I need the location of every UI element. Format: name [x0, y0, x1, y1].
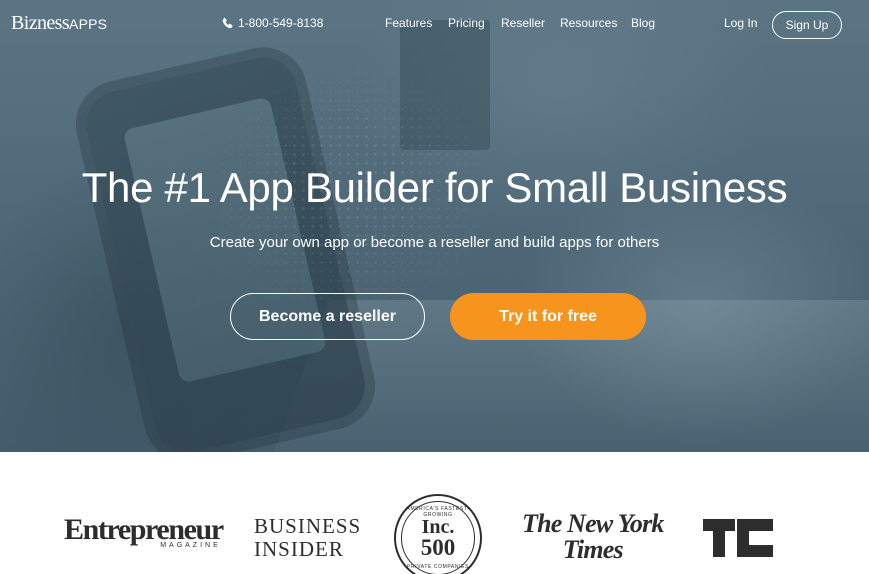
nav-link-features[interactable]: Features — [385, 16, 432, 30]
inc-logo-arc-bottom: PRIVATE COMPANIES — [407, 564, 469, 570]
top-nav: BiznessAPPS 1-800-549-8138 Features Pric… — [0, 0, 869, 48]
nav-link-pricing[interactable]: Pricing — [448, 16, 485, 30]
phone-number: 1-800-549-8138 — [238, 16, 324, 30]
press-logos-strip: Entrepreneur MAGAZINE BUSINESS INSIDER A… — [0, 452, 869, 574]
signup-button[interactable]: Sign Up — [772, 11, 842, 39]
hero-section: BiznessAPPS 1-800-549-8138 Features Pric… — [0, 0, 869, 452]
phone-link[interactable]: 1-800-549-8138 — [221, 16, 323, 30]
business-insider-logo: BUSINESS INSIDER — [254, 515, 361, 561]
business-insider-line2: INSIDER — [254, 537, 344, 561]
nav-link-resources[interactable]: Resources — [560, 16, 617, 30]
hero-subheadline: Create your own app or become a reseller… — [209, 234, 660, 251]
logo-text-main: Bizness — [11, 12, 70, 34]
inc-logo-center: Inc. 500 — [396, 517, 480, 560]
nav-link-blog[interactable]: Blog — [631, 16, 655, 30]
phone-icon — [222, 17, 233, 28]
become-reseller-button[interactable]: Become a reseller — [230, 293, 425, 340]
nav-link-reseller[interactable]: Reseller — [501, 16, 545, 30]
nyt-logo: The New York Times — [522, 511, 664, 563]
inc-logo-number: 500 — [420, 535, 456, 560]
hero-headline: The #1 App Builder for Small Business — [81, 164, 788, 211]
bizness-apps-logo[interactable]: BiznessAPPS — [11, 12, 107, 35]
try-free-button[interactable]: Try it for free — [450, 293, 646, 340]
entrepreneur-logo-text: Entrepreneur — [64, 513, 224, 546]
business-insider-line1: BUSINESS — [254, 514, 362, 538]
nyt-logo-line2: Times — [562, 535, 624, 564]
entrepreneur-logo: Entrepreneur MAGAZINE — [64, 513, 224, 550]
login-link[interactable]: Log In — [724, 16, 757, 30]
nyt-logo-line1: The New York — [522, 509, 664, 538]
logo-text-apps: APPS — [69, 16, 108, 32]
techcrunch-logo — [703, 519, 773, 557]
inc-500-logo: AMERICA'S FASTEST-GROWING Inc. 500 PRIVA… — [394, 494, 482, 574]
